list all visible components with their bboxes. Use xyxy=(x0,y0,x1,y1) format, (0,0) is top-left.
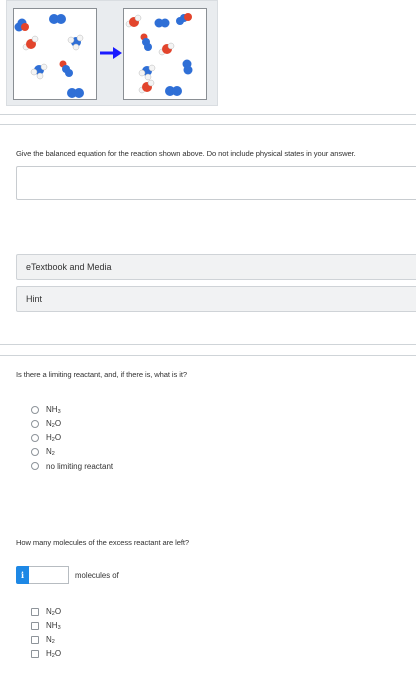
h2o-molecule xyxy=(138,79,155,94)
n2-molecule xyxy=(165,86,182,96)
n2-molecule xyxy=(49,14,66,24)
checkbox-option[interactable]: N2O xyxy=(31,605,61,619)
unit-label: molecules of xyxy=(75,570,119,580)
q2-prompt: Is there a limiting reactant, and, if th… xyxy=(16,370,187,379)
etextbook-media-button[interactable]: eTextbook and Media xyxy=(16,254,416,280)
nh3-molecule xyxy=(30,63,48,80)
h2o-molecule xyxy=(158,42,175,56)
checkbox[interactable] xyxy=(31,622,39,630)
reaction-arrow-icon xyxy=(100,47,122,59)
radio-button[interactable] xyxy=(31,462,39,470)
reactants-molecules xyxy=(14,14,84,98)
option-label: N2 xyxy=(46,635,55,645)
n2-molecule xyxy=(67,88,84,98)
checkbox[interactable] xyxy=(31,608,39,616)
radio-button[interactable] xyxy=(31,406,39,414)
option-label: N2O xyxy=(46,607,62,617)
divider xyxy=(0,114,416,115)
h2o-molecule xyxy=(125,14,142,28)
excess-count-row: i molecules of xyxy=(16,566,119,584)
radio-option[interactable]: H2O xyxy=(31,431,113,445)
radio-button[interactable] xyxy=(31,448,39,456)
n2-molecule xyxy=(182,59,193,75)
nh3-molecule xyxy=(138,64,156,81)
info-icon[interactable]: i xyxy=(16,566,29,584)
n2-molecule xyxy=(154,18,170,28)
divider xyxy=(0,344,416,345)
excess-reactant-options: N2O NH3 N2 H2O xyxy=(31,605,61,661)
nh3-molecule xyxy=(67,34,84,51)
radio-option[interactable]: no limiting reactant xyxy=(31,459,113,473)
option-label: N2O xyxy=(46,419,62,429)
radio-option[interactable]: NH3 xyxy=(31,403,113,417)
q3-prompt: How many molecules of the excess reactan… xyxy=(16,538,190,547)
q1-prompt: Give the balanced equation for the react… xyxy=(16,149,356,158)
hint-button[interactable]: Hint xyxy=(16,286,416,312)
products-molecules xyxy=(125,13,193,96)
products-box xyxy=(123,8,207,100)
checkbox[interactable] xyxy=(31,650,39,658)
molecule-count-input[interactable] xyxy=(29,566,69,584)
radio-option[interactable]: N2O xyxy=(31,417,113,431)
radio-button[interactable] xyxy=(31,420,39,428)
option-label: NH3 xyxy=(46,405,61,415)
n2o-molecule xyxy=(176,13,192,25)
reactants-box xyxy=(13,8,97,100)
option-label: N2 xyxy=(46,447,55,457)
limiting-reactant-options: NH3 N2O H2O N2 no limiting reactant xyxy=(31,403,113,473)
option-label: H2O xyxy=(46,649,62,659)
divider xyxy=(0,124,416,125)
radio-button[interactable] xyxy=(31,434,39,442)
checkbox-option[interactable]: N2 xyxy=(31,633,61,647)
divider xyxy=(0,355,416,356)
option-label: NH3 xyxy=(46,621,61,631)
n2o-molecule xyxy=(59,60,73,77)
checkbox-option[interactable]: NH3 xyxy=(31,619,61,633)
n2o-molecule xyxy=(140,33,152,51)
option-label: H2O xyxy=(46,433,62,443)
n2o-molecule xyxy=(14,18,29,32)
radio-option[interactable]: N2 xyxy=(31,445,113,459)
checkbox[interactable] xyxy=(31,636,39,644)
checkbox-option[interactable]: H2O xyxy=(31,647,61,661)
option-label: no limiting reactant xyxy=(46,461,114,471)
h2o-molecule xyxy=(22,35,39,51)
reaction-figure xyxy=(6,0,218,106)
equation-input[interactable] xyxy=(16,166,416,200)
